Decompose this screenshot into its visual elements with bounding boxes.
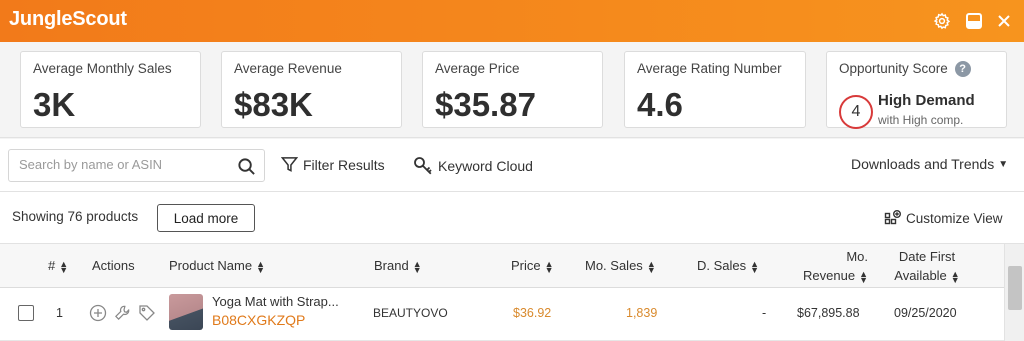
- filter-icon: [281, 157, 298, 172]
- sort-icon: ▲ ▼: [950, 268, 960, 285]
- product-name[interactable]: Yoga Mat with Strap...: [212, 294, 339, 309]
- sort-icon: ▲ ▼: [544, 258, 554, 275]
- stat-value: 4.6: [637, 86, 683, 123]
- sort-icon: ▲ ▼: [750, 258, 760, 275]
- load-more-button[interactable]: Load more: [157, 204, 255, 232]
- downloads-trends-dropdown[interactable]: Downloads and Trends ▼: [851, 156, 1008, 172]
- product-asin-link[interactable]: B08CXGKZQP: [212, 312, 305, 328]
- sort-icon: ▲ ▼: [59, 258, 69, 275]
- key-icon: [414, 157, 432, 175]
- column-header-mo-revenue[interactable]: Mo. Revenue ▲ ▼: [798, 247, 868, 285]
- row-checkbox[interactable]: [18, 305, 34, 321]
- column-header-number[interactable]: # ▲ ▼: [48, 258, 69, 275]
- customize-view-button[interactable]: Customize View: [884, 209, 1003, 227]
- app-logo: JungleScout: [9, 8, 127, 30]
- column-header-mo-sales[interactable]: Mo. Sales ▲ ▼: [585, 258, 656, 275]
- search-input[interactable]: [19, 157, 229, 172]
- stat-value: $83K: [234, 86, 313, 123]
- stat-card-price: Average Price $35.87: [422, 51, 603, 128]
- table-header: # ▲ ▼ Actions Product Name ▲ ▼ Brand ▲ ▼ Price…: [0, 244, 1004, 288]
- close-icon[interactable]: [993, 10, 1015, 32]
- app-header: JungleScout: [0, 0, 1024, 42]
- stat-label: Average Revenue: [234, 61, 342, 76]
- stat-card-rating: Average Rating Number 4.6: [624, 51, 806, 128]
- stats-bar: Average Monthly Sales 3K Average Revenue…: [0, 42, 1024, 138]
- vertical-scrollbar[interactable]: [1004, 244, 1024, 341]
- keyword-cloud-label: Keyword Cloud: [438, 158, 533, 174]
- sort-icon: ▲ ▼: [412, 258, 422, 275]
- stat-value: 3K: [33, 86, 76, 123]
- stat-value: $35.87: [435, 86, 536, 123]
- tag-icon[interactable]: [138, 304, 156, 325]
- help-icon[interactable]: ?: [954, 61, 971, 77]
- filter-results-label: Filter Results: [303, 156, 385, 173]
- stat-card-revenue: Average Revenue $83K: [221, 51, 402, 128]
- downloads-trends-label: Downloads and Trends: [851, 156, 995, 172]
- product-price[interactable]: $36.92: [513, 306, 551, 320]
- stat-card-opportunity: Opportunity Score ? 4 High Demand with H…: [826, 51, 1007, 129]
- stat-label: Average Price: [435, 61, 520, 76]
- table-row[interactable]: 1 Yoga Mat with Strap... B08CXGKZQP BEAU…: [0, 288, 1004, 341]
- column-header-date-first-available[interactable]: Date First Available ▲ ▼: [885, 247, 969, 285]
- opportunity-title: High Demand: [878, 92, 975, 109]
- stat-label: Opportunity Score ?: [839, 61, 971, 77]
- gear-icon[interactable]: [931, 10, 953, 32]
- row-number: 1: [56, 306, 63, 320]
- stat-card-monthly-sales: Average Monthly Sales 3K: [20, 51, 201, 128]
- add-icon[interactable]: [89, 304, 107, 325]
- scrollbar-thumb[interactable]: [1008, 266, 1022, 310]
- opportunity-subtitle: with High comp.: [878, 113, 964, 127]
- customize-view-label: Customize View: [906, 210, 1003, 226]
- minimize-icon[interactable]: [963, 10, 985, 32]
- sort-icon: ▲ ▼: [256, 258, 266, 275]
- opportunity-score: 4: [839, 95, 873, 129]
- showing-count: Showing 76 products: [12, 209, 139, 224]
- sort-icon: ▲ ▼: [859, 268, 868, 285]
- sort-icon: ▲ ▼: [646, 258, 656, 275]
- customize-grid-icon: [884, 210, 901, 225]
- opportunity-label: Opportunity Score: [839, 61, 948, 76]
- product-brand: BEAUTYOVO: [373, 306, 448, 320]
- stat-label: Average Monthly Sales: [33, 61, 172, 76]
- column-header-product-name[interactable]: Product Name ▲ ▼: [169, 258, 266, 275]
- caret-down-icon: ▼: [998, 158, 1009, 170]
- product-mo-revenue: $67,895.88: [797, 306, 860, 320]
- product-d-sales: -: [762, 306, 767, 320]
- keyword-cloud-button[interactable]: Keyword Cloud: [413, 156, 533, 176]
- search-box: [8, 149, 265, 182]
- toolbar: Filter Results Keyword Cloud Downloads a…: [0, 139, 1024, 192]
- product-thumbnail[interactable]: [169, 294, 203, 330]
- filter-results-button[interactable]: Filter Results: [281, 156, 385, 173]
- column-header-actions: Actions: [92, 258, 135, 273]
- wrench-icon[interactable]: [114, 304, 131, 324]
- column-header-brand[interactable]: Brand ▲ ▼: [374, 258, 422, 275]
- stat-label: Average Rating Number: [637, 61, 782, 76]
- results-bar: Showing 76 products Load more Customize …: [0, 192, 1024, 244]
- column-header-price[interactable]: Price ▲ ▼: [511, 258, 554, 275]
- column-header-d-sales[interactable]: D. Sales ▲ ▼: [697, 258, 760, 275]
- search-icon[interactable]: [237, 157, 256, 181]
- product-mo-sales[interactable]: 1,839: [626, 306, 657, 320]
- product-date-first-available: 09/25/2020: [894, 306, 957, 320]
